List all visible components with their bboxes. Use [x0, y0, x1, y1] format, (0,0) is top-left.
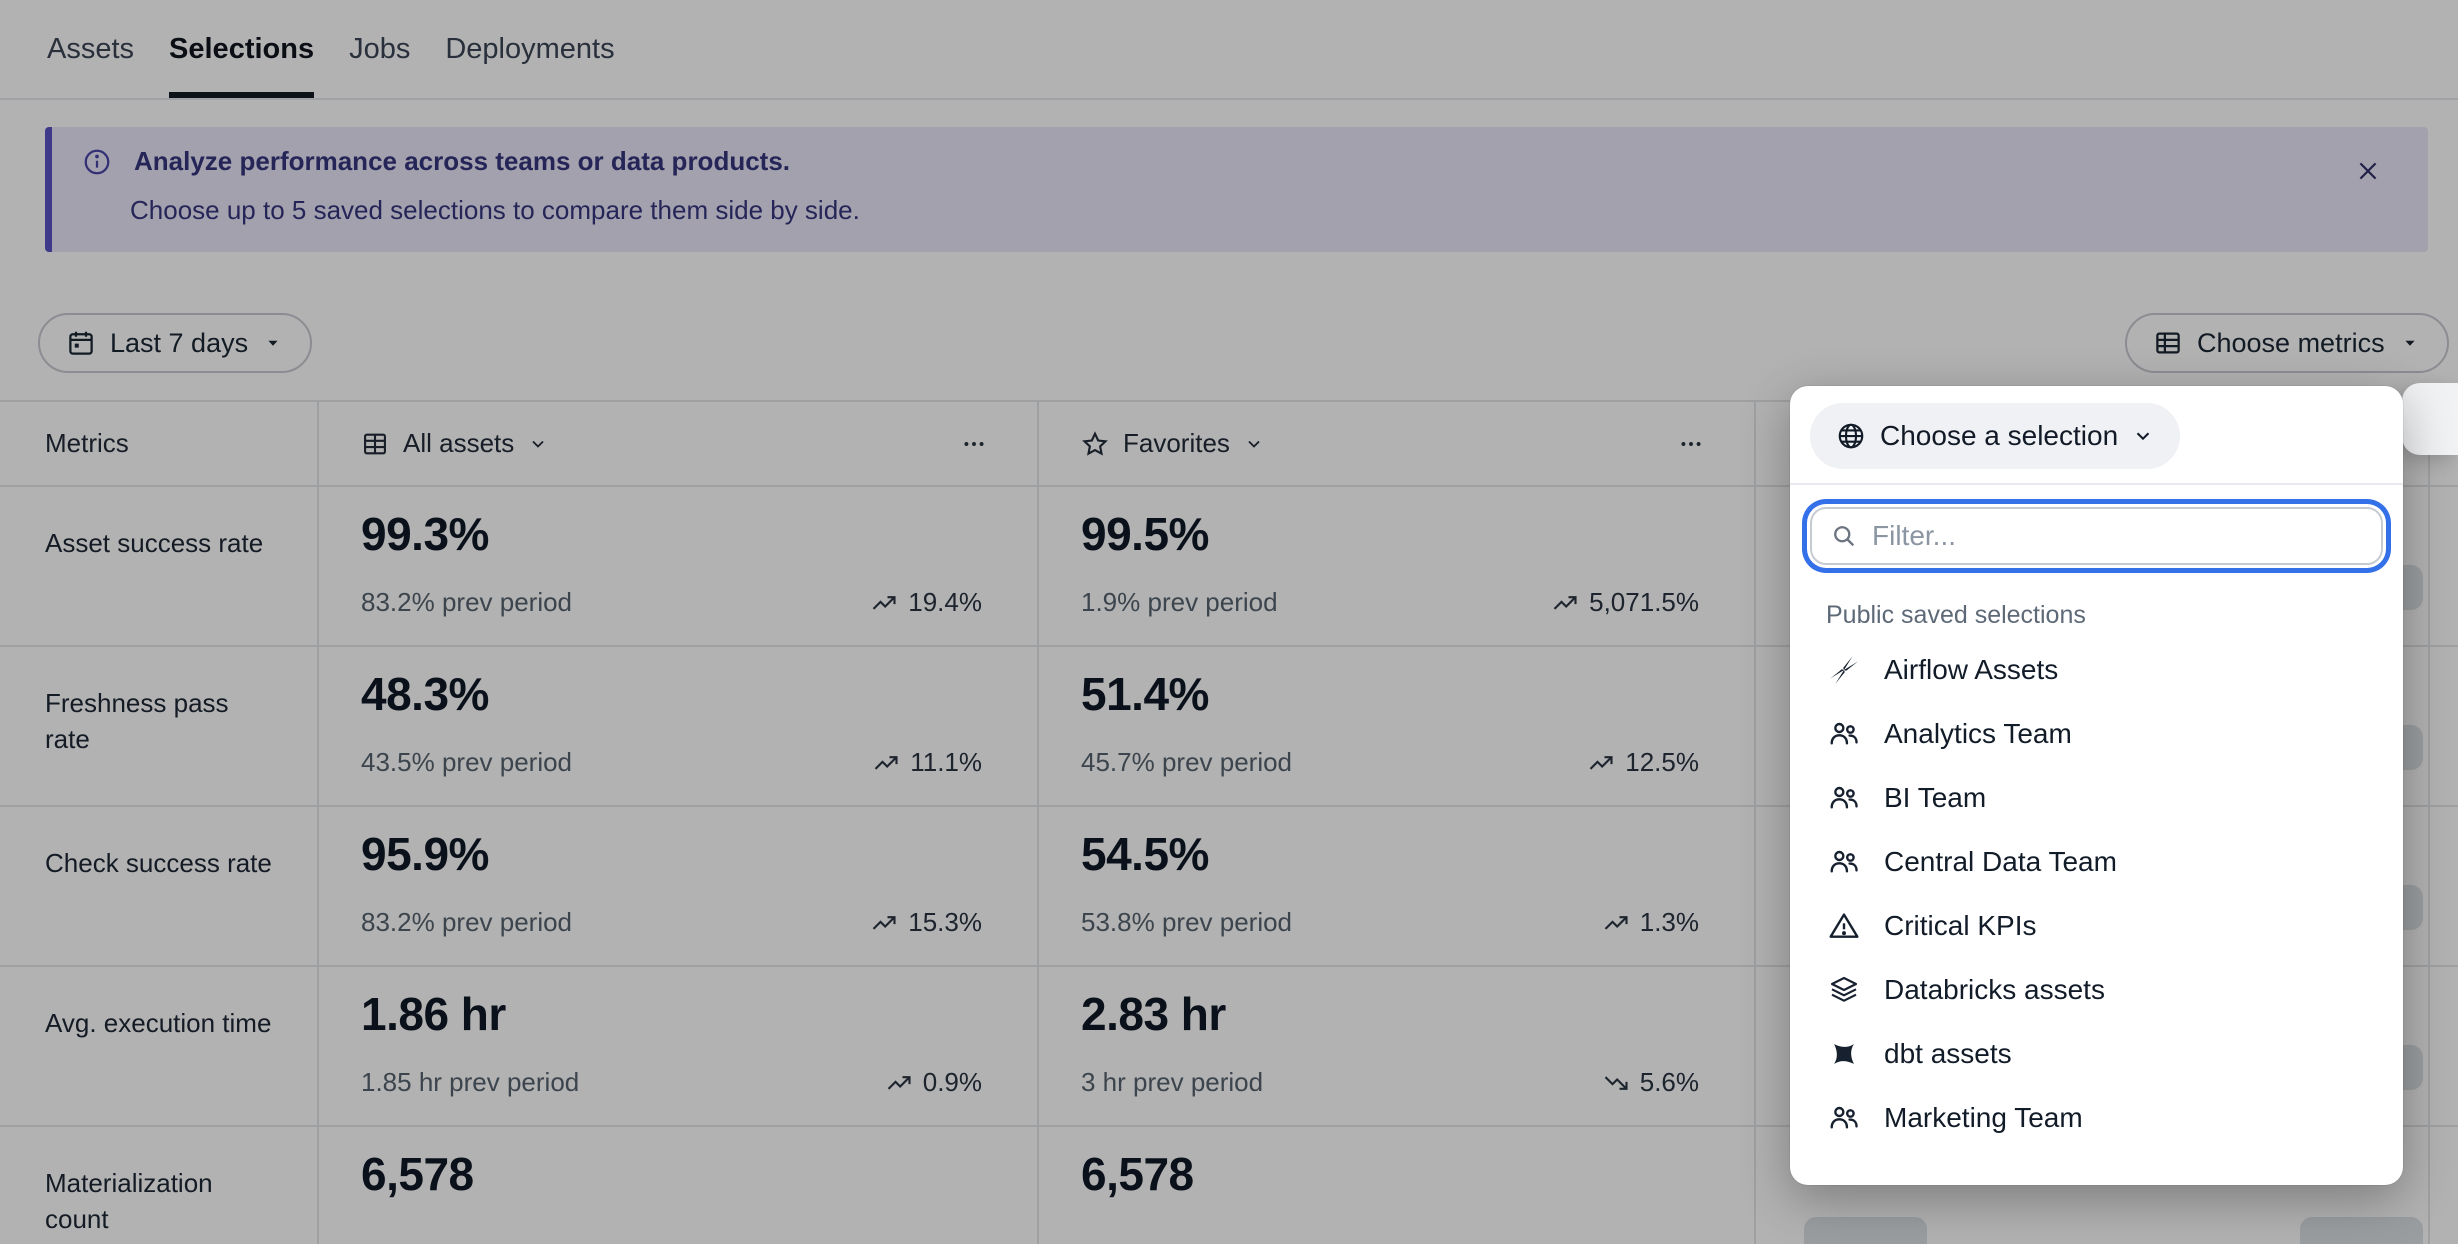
selection-item-label: Central Data Team	[1884, 846, 2117, 878]
airflow-logo-icon	[1828, 654, 1860, 686]
choose-selection-trigger[interactable]: Choose a selection	[1810, 403, 2180, 469]
people-icon	[1828, 1102, 1860, 1134]
selection-item-label: Marketing Team	[1884, 1102, 2083, 1134]
app-screen: Assets Selections Jobs Deployments Analy…	[0, 0, 2458, 1244]
selection-item-dbt-assets[interactable]: dbt assets	[1810, 1022, 2383, 1086]
selection-item-label: Databricks assets	[1884, 974, 2105, 1006]
selection-item-label: BI Team	[1884, 782, 1986, 814]
selection-item-bi-team[interactable]: BI Team	[1810, 766, 2383, 830]
popover-body: Public saved selections Airflow Assets	[1790, 485, 2403, 1150]
layers-icon	[1828, 974, 1860, 1006]
section-label: Public saved selections	[1826, 601, 2383, 630]
people-icon	[1828, 718, 1860, 750]
popover-header: Choose a selection	[1790, 386, 2403, 485]
selection-item-marketing-team[interactable]: Marketing Team	[1810, 1086, 2383, 1150]
choose-selection-label: Choose a selection	[1880, 420, 2118, 452]
selection-item-label: Critical KPIs	[1884, 910, 2036, 942]
choose-selection-popover: Choose a selection Public saved selectio…	[1790, 386, 2403, 1185]
chevron-down-icon	[2132, 425, 2154, 447]
selection-item-label: Airflow Assets	[1884, 654, 2058, 686]
people-icon	[1828, 782, 1860, 814]
people-icon	[1828, 846, 1860, 878]
selection-item-analytics-team[interactable]: Analytics Team	[1810, 702, 2383, 766]
globe-icon	[1836, 421, 1866, 451]
warning-triangle-icon	[1828, 910, 1860, 942]
dbt-logo-icon	[1828, 1038, 1860, 1070]
filter-input-wrapper	[1810, 507, 2383, 565]
selection-item-central-data-team[interactable]: Central Data Team	[1810, 830, 2383, 894]
search-icon	[1830, 522, 1858, 550]
next-column-header-button-fragment[interactable]	[2402, 383, 2458, 455]
filter-input[interactable]	[1872, 520, 2363, 552]
selection-item-critical-kpis[interactable]: Critical KPIs	[1810, 894, 2383, 958]
selection-item-databricks-assets[interactable]: Databricks assets	[1810, 958, 2383, 1022]
selection-item-airflow-assets[interactable]: Airflow Assets	[1810, 638, 2383, 702]
selection-item-label: dbt assets	[1884, 1038, 2012, 1070]
selection-item-label: Analytics Team	[1884, 718, 2072, 750]
